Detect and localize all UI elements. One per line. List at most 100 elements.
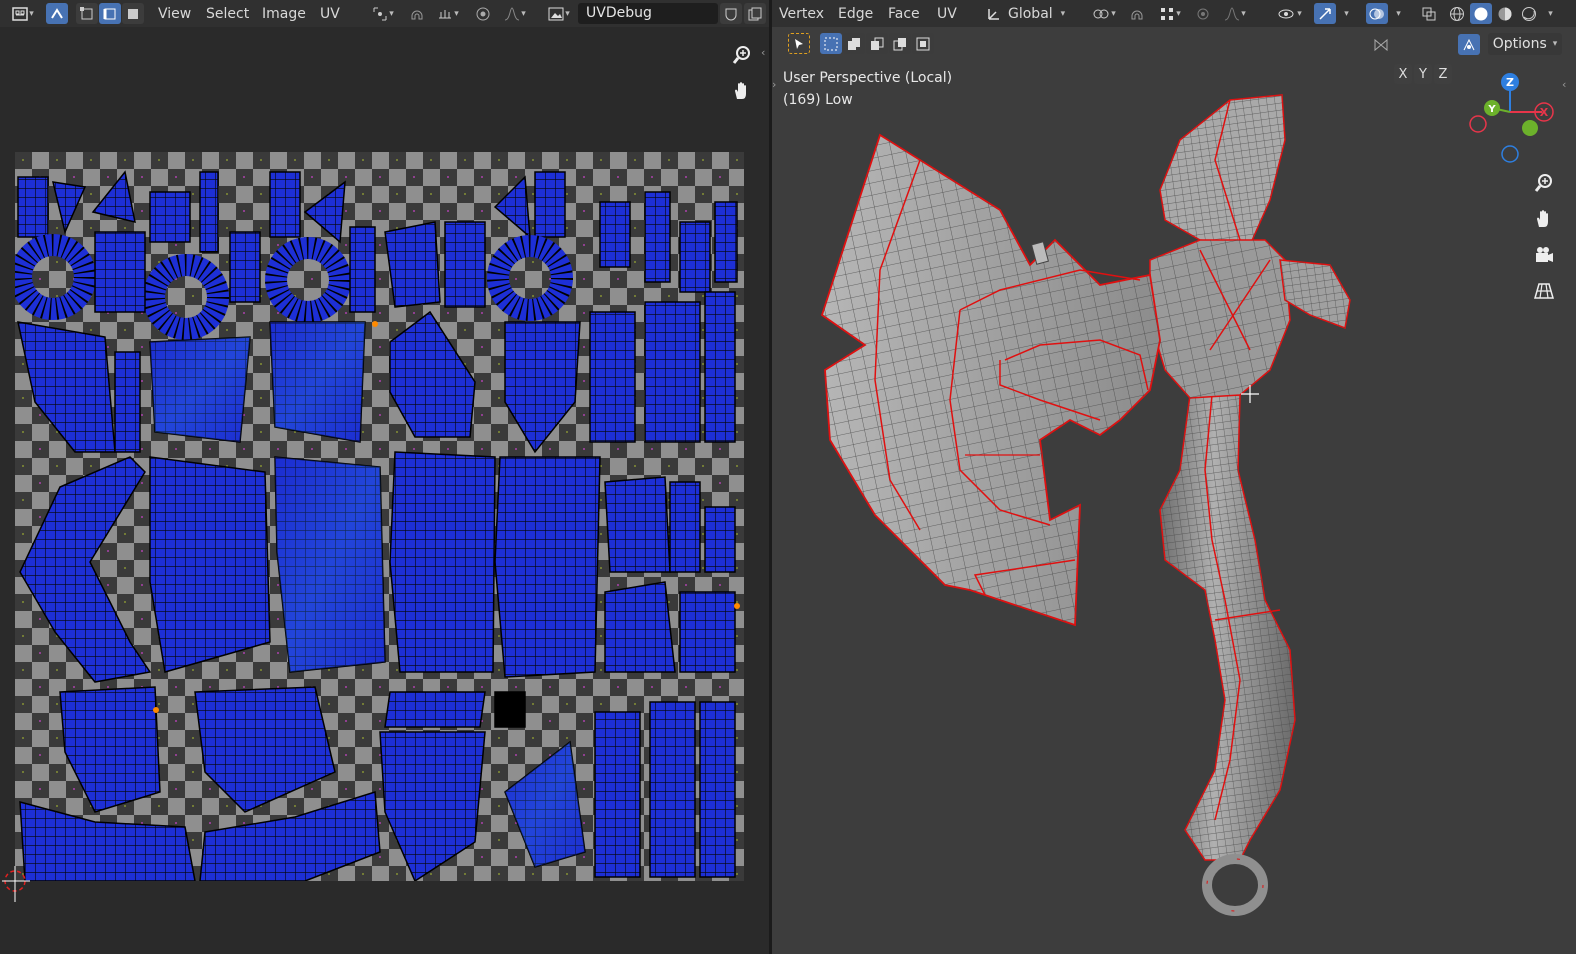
- select-subtract-button[interactable]: [866, 33, 888, 54]
- axe-socket: [1149, 239, 1351, 399]
- select-extend-button[interactable]: [843, 33, 865, 54]
- overlays-toggle[interactable]: [1366, 3, 1388, 24]
- image-browse-button[interactable]: ▾: [542, 3, 576, 24]
- visibility-selectability-button[interactable]: ▾: [1272, 3, 1308, 24]
- perspective-toggle-button[interactable]: [1530, 277, 1558, 305]
- vertex-select-icon: [80, 6, 93, 19]
- uv-sidebar-toggle[interactable]: ‹: [761, 46, 765, 59]
- viewport-zoom-button[interactable]: [1530, 169, 1558, 197]
- uv-canvas[interactable]: [15, 152, 744, 881]
- mirror-options-button[interactable]: [1370, 34, 1392, 55]
- editor-type-icon: [12, 6, 28, 21]
- cursor-2d-icon[interactable]: [2, 866, 30, 902]
- snap-icon: [411, 10, 423, 19]
- gizmo-neg-z-axis[interactable]: [1501, 145, 1519, 163]
- select-extend-icon: [848, 37, 860, 50]
- image-name-field[interactable]: UVDebug: [578, 3, 718, 24]
- camera-icon: [1536, 247, 1553, 262]
- butterfly-icon: [1374, 38, 1388, 51]
- gizmo-x-label: X: [1540, 106, 1549, 119]
- axe-blade: [820, 133, 1161, 627]
- uv-zoom-button[interactable]: [728, 41, 756, 69]
- snap-target-button[interactable]: ▾: [1152, 3, 1188, 24]
- fake-user-button[interactable]: [720, 3, 742, 24]
- proportional-edit-toggle[interactable]: [472, 3, 494, 24]
- material-sphere-icon: [1498, 7, 1512, 20]
- gizmo-y-label: Y: [1487, 104, 1496, 115]
- selected-uv-vertex: [734, 603, 740, 609]
- selected-uv-vertex: [153, 707, 159, 713]
- face-select-mode-button[interactable]: [122, 3, 144, 24]
- image-browse-icon: [548, 7, 564, 20]
- options-dropdown[interactable]: Options ▾: [1488, 33, 1562, 55]
- options-label: Options: [1492, 36, 1547, 52]
- uv-editor-header: ▾ View Select Image UV ▾ ▾ ▾ ▾ UVDebug: [0, 0, 769, 27]
- menu-vertex[interactable]: Vertex: [779, 3, 824, 24]
- menu-face[interactable]: Face: [888, 3, 920, 24]
- menu-edge[interactable]: Edge: [838, 3, 873, 24]
- menu-view[interactable]: View: [158, 3, 191, 24]
- snap-toggle[interactable]: [1126, 3, 1148, 24]
- axe-mesh[interactable]: [772, 60, 1576, 954]
- proportional-falloff-button[interactable]: ▾: [1218, 3, 1252, 24]
- menu-image[interactable]: Image: [262, 3, 306, 24]
- fake-user-icon: [725, 8, 737, 20]
- proportional-falloff-button[interactable]: ▾: [498, 3, 532, 24]
- proportional-edit-icon: [476, 7, 490, 20]
- shading-solid-button[interactable]: [1470, 3, 1492, 24]
- auto-merge-toggle[interactable]: [1458, 34, 1480, 55]
- snap-target-icon: [1161, 7, 1174, 20]
- menu-uv[interactable]: UV: [937, 3, 957, 24]
- select-intersect-icon: [916, 37, 930, 50]
- proportional-edit-toggle[interactable]: [1192, 3, 1214, 24]
- falloff-icon: [505, 6, 520, 20]
- new-image-button[interactable]: [744, 3, 766, 24]
- select-invert-button[interactable]: [889, 33, 911, 54]
- menu-select[interactable]: Select: [206, 3, 249, 24]
- gizmo-toggle[interactable]: [1314, 3, 1336, 24]
- overlays-dropdown[interactable]: ▾: [1390, 3, 1406, 24]
- sync-selection-icon: [51, 7, 63, 19]
- vertex-select-mode-button[interactable]: [76, 3, 98, 24]
- gizmo-icon: [1319, 7, 1331, 20]
- shading-wireframe-button[interactable]: [1446, 3, 1468, 24]
- pointer-icon: [795, 38, 803, 49]
- grid-perspective-icon: [1534, 283, 1554, 299]
- pivot-point-button[interactable]: ▾: [1086, 3, 1122, 24]
- select-invert-icon: [893, 37, 906, 50]
- select-tool-button[interactable]: [788, 33, 810, 54]
- shading-dropdown[interactable]: ▾: [1542, 3, 1558, 24]
- image-name-text: UVDebug: [586, 5, 652, 21]
- pivot-icon: [1093, 9, 1109, 18]
- shading-material-button[interactable]: [1494, 3, 1516, 24]
- axe-handle: [1159, 394, 1296, 916]
- snap-target-button[interactable]: ▾: [430, 3, 466, 24]
- editor-type-button[interactable]: ▾: [6, 3, 40, 24]
- xray-icon: [1422, 7, 1436, 20]
- navigation-gizmo[interactable]: Z X Y: [1462, 70, 1562, 170]
- uv-pan-button[interactable]: [728, 77, 756, 105]
- wireframe-sphere-icon: [1450, 6, 1464, 21]
- uv-sync-selection-button[interactable]: [46, 3, 68, 24]
- select-new-button[interactable]: [820, 33, 842, 54]
- gizmo-neg-y-axis[interactable]: [1522, 120, 1538, 136]
- pivot-point-button[interactable]: ▾: [366, 3, 400, 24]
- snap-toggle[interactable]: [406, 3, 428, 24]
- gizmo-neg-x-axis[interactable]: [1469, 115, 1487, 133]
- gizmo-dropdown[interactable]: ▾: [1338, 3, 1354, 24]
- camera-view-button[interactable]: [1530, 241, 1558, 269]
- new-image-icon: [748, 7, 762, 20]
- edge-select-mode-button[interactable]: [99, 3, 121, 24]
- overlays-icon: [1369, 8, 1384, 19]
- menu-uv[interactable]: UV: [320, 3, 340, 24]
- transform-orientation-dropdown[interactable]: Global ▾: [986, 3, 1078, 24]
- hand-pan-icon: [1537, 210, 1548, 227]
- shading-rendered-button[interactable]: [1518, 3, 1540, 24]
- xray-toggle[interactable]: [1418, 3, 1440, 24]
- solid-sphere-icon: [1474, 7, 1488, 20]
- axe-top-cap: [1159, 94, 1286, 246]
- viewport-tool-header: X Y Z: [772, 30, 1576, 84]
- auto-merge-icon: [1463, 38, 1475, 50]
- select-intersect-button[interactable]: [912, 33, 934, 54]
- viewport-pan-button[interactable]: [1530, 205, 1558, 233]
